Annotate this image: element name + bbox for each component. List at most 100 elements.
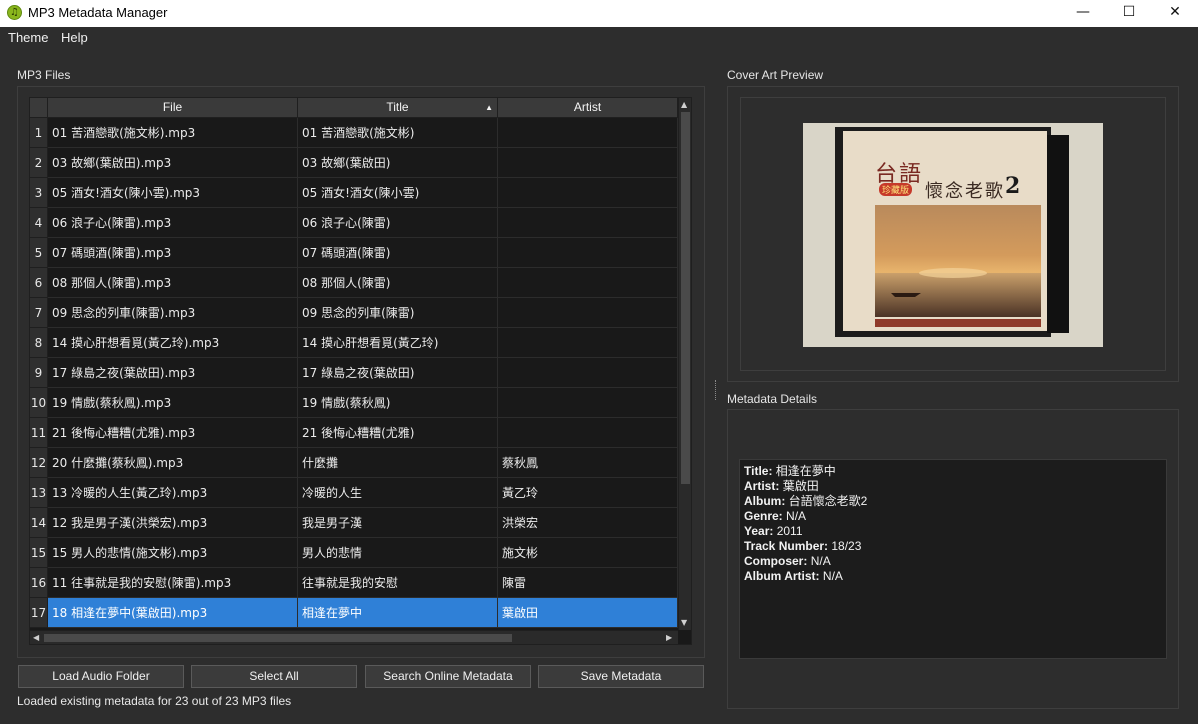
row-number[interactable]: 12 (30, 448, 48, 478)
cell-title[interactable]: 冷暖的人生 (298, 478, 498, 508)
row-number[interactable]: 2 (30, 148, 48, 178)
row-number[interactable]: 14 (30, 508, 48, 538)
cell-title[interactable]: 01 苦酒戀歌(施文彬) (298, 118, 498, 148)
table-row[interactable]: 13 13 冷暖的人生(黃乙玲).mp3 冷暖的人生 黃乙玲 (30, 478, 678, 508)
cell-file[interactable]: 01 苦酒戀歌(施文彬).mp3 (48, 118, 298, 148)
select-all-button[interactable]: Select All (191, 665, 357, 688)
cell-title[interactable]: 09 思念的列車(陳雷) (298, 298, 498, 328)
search-online-metadata-button[interactable]: Search Online Metadata (365, 665, 531, 688)
table-row[interactable]: 10 19 情戲(蔡秋鳳).mp3 19 情戲(蔡秋鳳) (30, 388, 678, 418)
table-row[interactable]: 17 18 相逢在夢中(葉啟田).mp3 相逢在夢中 葉啟田 (30, 598, 678, 628)
maximize-button[interactable]: ☐ (1106, 0, 1152, 27)
cell-file[interactable]: 07 碼頭酒(陳雷).mp3 (48, 238, 298, 268)
cell-file[interactable]: 19 情戲(蔡秋鳳).mp3 (48, 388, 298, 418)
cell-file[interactable]: 12 我是男子漢(洪榮宏).mp3 (48, 508, 298, 538)
cell-artist[interactable] (498, 238, 678, 268)
table-row[interactable]: 6 08 那個人(陳雷).mp3 08 那個人(陳雷) (30, 268, 678, 298)
close-button[interactable]: ✕ (1152, 0, 1198, 27)
row-number[interactable]: 5 (30, 238, 48, 268)
row-number[interactable]: 11 (30, 418, 48, 448)
horizontal-scrollbar[interactable]: ◀ ▶ (30, 630, 678, 644)
table-row[interactable]: 8 14 摸心肝想看覓(黃乙玲).mp3 14 摸心肝想看覓(黃乙玲) (30, 328, 678, 358)
row-number[interactable]: 4 (30, 208, 48, 238)
table-row[interactable]: 16 11 往事就是我的安慰(陳雷).mp3 往事就是我的安慰 陳雷 (30, 568, 678, 598)
cell-title[interactable]: 03 故鄉(葉啟田) (298, 148, 498, 178)
cell-title[interactable]: 06 浪子心(陳雷) (298, 208, 498, 238)
cell-artist[interactable]: 葉啟田 (498, 598, 678, 628)
cell-title[interactable]: 什麼攤 (298, 448, 498, 478)
cell-title[interactable]: 07 碼頭酒(陳雷) (298, 238, 498, 268)
row-number[interactable]: 17 (30, 598, 48, 628)
cell-file[interactable]: 08 那個人(陳雷).mp3 (48, 268, 298, 298)
cell-file[interactable]: 05 酒女!酒女(陳小雲).mp3 (48, 178, 298, 208)
cell-artist[interactable]: 蔡秋鳳 (498, 448, 678, 478)
cell-artist[interactable] (498, 118, 678, 148)
horizontal-scroll-thumb[interactable] (44, 634, 512, 642)
cell-file[interactable]: 20 什麼攤(蔡秋鳳).mp3 (48, 448, 298, 478)
cell-file[interactable]: 14 摸心肝想看覓(黃乙玲).mp3 (48, 328, 298, 358)
cell-artist[interactable] (498, 388, 678, 418)
cell-file[interactable]: 17 綠島之夜(葉啟田).mp3 (48, 358, 298, 388)
cell-title[interactable]: 我是男子漢 (298, 508, 498, 538)
row-number[interactable]: 3 (30, 178, 48, 208)
cell-file[interactable]: 09 思念的列車(陳雷).mp3 (48, 298, 298, 328)
cell-artist[interactable] (498, 298, 678, 328)
row-number[interactable]: 16 (30, 568, 48, 598)
column-header-title[interactable]: Title ▲ (298, 98, 498, 118)
cell-artist[interactable]: 洪榮宏 (498, 508, 678, 538)
table-row[interactable]: 11 21 後悔心糟糟(尤雅).mp3 21 後悔心糟糟(尤雅) (30, 418, 678, 448)
cell-file[interactable]: 06 浪子心(陳雷).mp3 (48, 208, 298, 238)
table-row[interactable]: 12 20 什麼攤(蔡秋鳳).mp3 什麼攤 蔡秋鳳 (30, 448, 678, 478)
cell-title[interactable]: 男人的悲情 (298, 538, 498, 568)
row-number[interactable]: 13 (30, 478, 48, 508)
column-header-artist[interactable]: Artist (498, 98, 678, 118)
table-row[interactable]: 15 15 男人的悲情(施文彬).mp3 男人的悲情 施文彬 (30, 538, 678, 568)
cell-file[interactable]: 11 往事就是我的安慰(陳雷).mp3 (48, 568, 298, 598)
scroll-left-icon[interactable]: ◀ (33, 632, 39, 644)
table-row[interactable]: 3 05 酒女!酒女(陳小雲).mp3 05 酒女!酒女(陳小雲) (30, 178, 678, 208)
menu-theme[interactable]: Theme (8, 30, 48, 45)
cell-artist[interactable]: 黃乙玲 (498, 478, 678, 508)
cell-artist[interactable] (498, 148, 678, 178)
cell-artist[interactable] (498, 328, 678, 358)
cell-title[interactable]: 14 摸心肝想看覓(黃乙玲) (298, 328, 498, 358)
cell-artist[interactable] (498, 268, 678, 298)
cell-title[interactable]: 相逢在夢中 (298, 598, 498, 628)
cell-artist[interactable]: 施文彬 (498, 538, 678, 568)
cell-file[interactable]: 03 故鄉(葉啟田).mp3 (48, 148, 298, 178)
cell-file[interactable]: 18 相逢在夢中(葉啟田).mp3 (48, 598, 298, 628)
column-header-file[interactable]: File (48, 98, 298, 118)
row-number[interactable]: 6 (30, 268, 48, 298)
cell-title[interactable]: 19 情戲(蔡秋鳳) (298, 388, 498, 418)
cell-artist[interactable]: 陳雷 (498, 568, 678, 598)
table-row[interactable]: 5 07 碼頭酒(陳雷).mp3 07 碼頭酒(陳雷) (30, 238, 678, 268)
menu-help[interactable]: Help (61, 30, 88, 45)
cell-file[interactable]: 21 後悔心糟糟(尤雅).mp3 (48, 418, 298, 448)
cell-artist[interactable] (498, 418, 678, 448)
row-number[interactable]: 7 (30, 298, 48, 328)
cell-file[interactable]: 13 冷暖的人生(黃乙玲).mp3 (48, 478, 298, 508)
cell-artist[interactable] (498, 358, 678, 388)
files-table[interactable]: File Title ▲ Artist 1 01 苦酒戀歌(施文彬).mp3 01 … (29, 97, 692, 645)
vertical-scroll-thumb[interactable] (681, 112, 690, 484)
cell-title[interactable]: 05 酒女!酒女(陳小雲) (298, 178, 498, 208)
row-number[interactable]: 8 (30, 328, 48, 358)
table-row[interactable]: 14 12 我是男子漢(洪榮宏).mp3 我是男子漢 洪榮宏 (30, 508, 678, 538)
table-row[interactable]: 7 09 思念的列車(陳雷).mp3 09 思念的列車(陳雷) (30, 298, 678, 328)
save-metadata-button[interactable]: Save Metadata (538, 665, 704, 688)
load-audio-folder-button[interactable]: Load Audio Folder (18, 665, 184, 688)
row-number[interactable]: 9 (30, 358, 48, 388)
table-row[interactable]: 9 17 綠島之夜(葉啟田).mp3 17 綠島之夜(葉啟田) (30, 358, 678, 388)
table-row[interactable]: 2 03 故鄉(葉啟田).mp3 03 故鄉(葉啟田) (30, 148, 678, 178)
cell-title[interactable]: 21 後悔心糟糟(尤雅) (298, 418, 498, 448)
cell-artist[interactable] (498, 178, 678, 208)
row-number[interactable]: 15 (30, 538, 48, 568)
cell-title[interactable]: 17 綠島之夜(葉啟田) (298, 358, 498, 388)
scroll-right-icon[interactable]: ▶ (666, 632, 672, 644)
splitter-handle[interactable] (715, 380, 718, 400)
cell-artist[interactable] (498, 208, 678, 238)
table-row[interactable]: 4 06 浪子心(陳雷).mp3 06 浪子心(陳雷) (30, 208, 678, 238)
minimize-button[interactable]: — (1060, 0, 1106, 27)
cell-title[interactable]: 08 那個人(陳雷) (298, 268, 498, 298)
cell-file[interactable]: 15 男人的悲情(施文彬).mp3 (48, 538, 298, 568)
